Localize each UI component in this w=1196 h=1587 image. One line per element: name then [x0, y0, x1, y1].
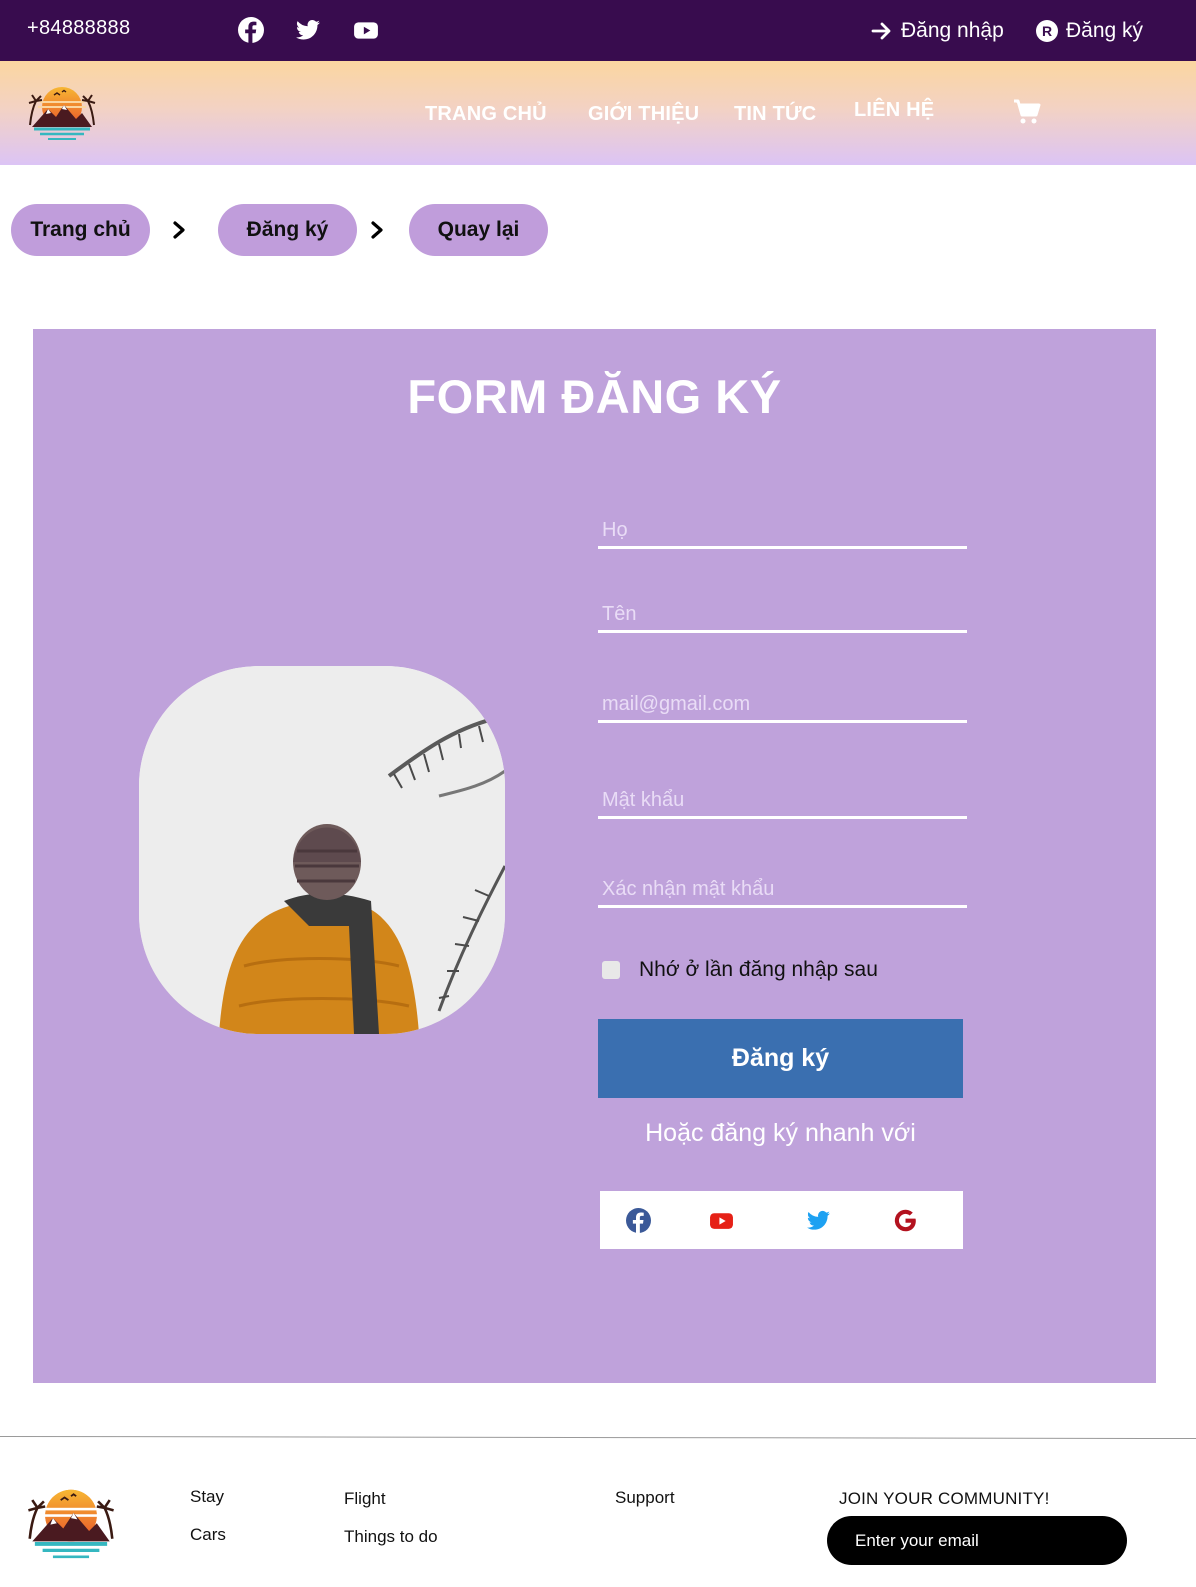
youtube-icon[interactable]	[353, 17, 379, 43]
footer-link-support[interactable]: Support	[615, 1488, 675, 1508]
google-icon[interactable]	[892, 1207, 918, 1233]
newsletter-email-field[interactable]	[827, 1516, 1127, 1565]
footer-logo[interactable]	[20, 1482, 122, 1562]
login-label: Đăng nhập	[901, 19, 1004, 42]
register-link[interactable]: R Đăng ký	[1034, 18, 1143, 44]
chevron-right-icon	[369, 219, 385, 241]
site-logo[interactable]	[24, 81, 100, 143]
footer-link-flight[interactable]: Flight	[344, 1489, 386, 1509]
email-input[interactable]	[598, 689, 967, 720]
join-community-title: JOIN YOUR COMMUNITY!	[839, 1489, 1050, 1508]
twitter-icon[interactable]	[805, 1207, 831, 1233]
top-bar: +84888888 Đăng nhập R Đăng ký	[0, 0, 1196, 61]
registered-icon: R	[1034, 18, 1060, 44]
last-name-input[interactable]	[598, 515, 967, 546]
quick-signup-bar	[600, 1191, 963, 1249]
password-input[interactable]	[598, 785, 967, 816]
traveler-photo	[139, 666, 505, 1034]
remember-label: Nhớ ở lần đăng nhập sau	[639, 958, 878, 981]
breadcrumb-home[interactable]: Trang chủ	[11, 204, 150, 256]
twitter-icon[interactable]	[295, 17, 321, 43]
facebook-icon[interactable]	[238, 17, 264, 43]
arrow-right-icon	[869, 18, 895, 44]
form-title: FORM ĐĂNG KÝ	[407, 370, 782, 423]
password-field[interactable]	[598, 785, 967, 819]
nav-news[interactable]: TIN TỨC	[734, 103, 816, 126]
footer-link-stay[interactable]: Stay	[190, 1487, 224, 1507]
newsletter-email-input[interactable]	[855, 1530, 1127, 1551]
breadcrumb-register[interactable]: Đăng ký	[218, 204, 357, 256]
main-nav: TRANG CHỦ GIỚI THIỆU TIN TỨC LIÊN HỆ	[0, 61, 1196, 165]
nav-contact[interactable]: LIÊN HỆ	[854, 99, 934, 122]
footer-link-things-to-do[interactable]: Things to do	[344, 1527, 438, 1547]
facebook-icon[interactable]	[625, 1207, 651, 1233]
or-signup-with-text: Hoặc đăng ký nhanh với	[645, 1119, 916, 1147]
first-name-input[interactable]	[598, 599, 967, 630]
register-submit-button[interactable]: Đăng ký	[598, 1019, 963, 1098]
breadcrumb-back[interactable]: Quay lại	[409, 204, 548, 256]
confirm-password-field[interactable]	[598, 874, 967, 908]
remember-me[interactable]: Nhớ ở lần đăng nhập sau	[602, 958, 878, 982]
chevron-right-icon	[171, 219, 187, 241]
confirm-password-input[interactable]	[598, 874, 967, 905]
nav-home[interactable]: TRANG CHỦ	[425, 103, 547, 126]
register-label: Đăng ký	[1066, 19, 1144, 42]
phone-number: +84888888	[27, 17, 131, 39]
first-name-field[interactable]	[598, 599, 967, 633]
footer-link-cars[interactable]: Cars	[190, 1525, 226, 1545]
remember-checkbox[interactable]	[602, 961, 620, 979]
youtube-icon[interactable]	[708, 1207, 734, 1233]
nav-about[interactable]: GIỚI THIỆU	[588, 103, 699, 126]
register-form-panel: FORM ĐĂNG KÝ Họ Tên mail@gmail.com Nhớ ở…	[33, 329, 1156, 1383]
login-link[interactable]: Đăng nhập	[869, 18, 1004, 44]
last-name-field[interactable]	[598, 515, 967, 549]
svg-text:R: R	[1042, 23, 1052, 39]
footer-divider	[0, 1435, 1196, 1440]
cart-icon[interactable]	[1013, 99, 1041, 125]
email-field[interactable]	[598, 689, 967, 723]
